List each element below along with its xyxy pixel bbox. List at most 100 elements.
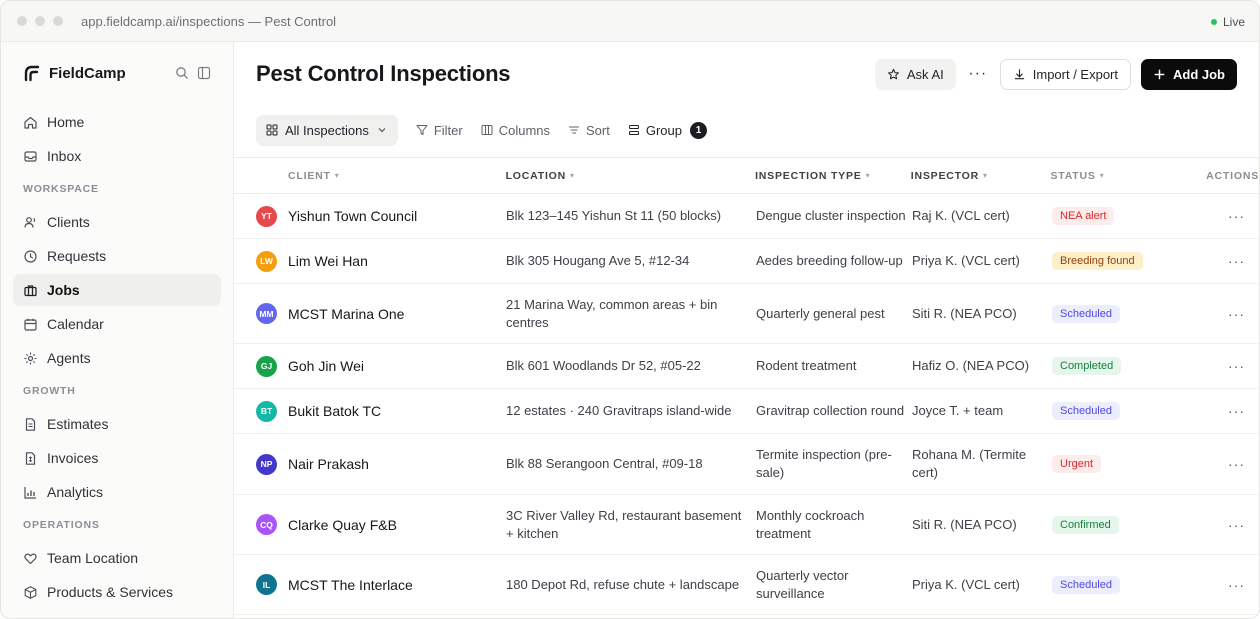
inspection-type-cell: Quarterly vector surveillance: [756, 567, 849, 601]
sidebar-toggle-icon[interactable]: [197, 66, 211, 80]
client-name[interactable]: MCST Marina One: [288, 306, 404, 322]
inspector-cell: Raj K. (VCL cert): [912, 208, 1010, 223]
group-label: Group: [645, 122, 682, 138]
row-actions-button[interactable]: ···: [1208, 306, 1258, 322]
column-header-location[interactable]: LOCATION ▾: [506, 167, 756, 185]
sidebar-item-label: Jobs: [47, 282, 80, 298]
row-actions-button[interactable]: ···: [1208, 456, 1258, 472]
chevron-down-icon: [378, 128, 386, 133]
status-badge: Confirmed: [1052, 515, 1119, 534]
maximize-window-dot[interactable]: [53, 16, 63, 26]
column-header-inspector[interactable]: INSPECTOR ▾: [911, 167, 1051, 185]
status-badge: Scheduled: [1052, 304, 1120, 323]
client-name[interactable]: Yishun Town Council: [288, 208, 417, 224]
status-cell: Scheduled: [1052, 402, 1208, 420]
add-job-label: Add Job: [1173, 66, 1225, 82]
address-bar[interactable]: app.fieldcamp.ai/inspections — Pest Cont…: [81, 14, 336, 29]
column-header-client[interactable]: CLIENT ▾: [234, 170, 506, 182]
inspector-cell: Siti R. (NEA PCO): [912, 516, 1017, 532]
row-actions-button[interactable]: ···: [1208, 208, 1258, 224]
sidebar-item-products-services[interactable]: Products & Services: [13, 576, 221, 608]
row-actions-button[interactable]: ···: [1208, 517, 1258, 533]
row-actions-button[interactable]: ···: [1208, 253, 1258, 269]
table-row[interactable]: YT Yishun Town Council Blk 123–145 Yishun …: [234, 194, 1259, 239]
box-icon: [24, 585, 37, 599]
import-export-label: Import / Export: [1032, 66, 1118, 82]
sort-icon: [569, 126, 580, 134]
invoice-icon: [25, 451, 36, 465]
client-name[interactable]: Clarke Quay F&B: [288, 517, 397, 533]
sidebar-item-calendar[interactable]: Calendar: [13, 308, 221, 340]
sidebar-nav: Home Inbox WORKSPACE Clients Requests Jobs Cal…: [13, 106, 221, 608]
row-actions-button[interactable]: ···: [1208, 577, 1258, 593]
sidebar-item-team-location[interactable]: Team Location: [13, 542, 221, 574]
sort-caret-icon: ▾: [334, 171, 340, 180]
client-name[interactable]: Goh Jin Wei: [288, 358, 364, 374]
client-name[interactable]: MCST The Interlace: [288, 577, 413, 593]
table-row[interactable]: IL MCST The Interlace 180 Depot Rd, refuse…: [234, 555, 1259, 615]
close-window-dot[interactable]: [17, 16, 27, 26]
sidebar-section-workspace: WORKSPACE: [23, 183, 99, 195]
sidebar-item-invoices[interactable]: Invoices: [13, 442, 221, 474]
sort-caret-icon: ▾: [1099, 171, 1105, 180]
sort-label: Sort: [586, 122, 610, 138]
row-actions-button[interactable]: ···: [1208, 403, 1258, 419]
sidebar-item-clients[interactable]: Clients: [13, 206, 221, 238]
sidebar-item-label: Clients: [47, 214, 90, 230]
sidebar-item-label: Agents: [47, 350, 91, 366]
group-button[interactable]: Group 1: [628, 121, 707, 139]
sidebar-item-estimates[interactable]: Estimates: [13, 408, 221, 440]
sort-caret-icon: ▾: [983, 170, 988, 180]
inspection-type-cell: Quarterly general pest: [756, 305, 885, 321]
add-job-button[interactable]: Add Job: [1141, 58, 1237, 90]
columns-label: Columns: [498, 122, 551, 138]
client-cell: IL MCST The Interlace: [234, 574, 506, 595]
location-cell: 21 Marina Way, common areas + bin centre…: [506, 296, 718, 330]
table-row[interactable]: NP Nair Prakash Blk 88 Serangoon Central, …: [234, 434, 1259, 495]
table-row[interactable]: LW Lim Wei Han Blk 305 Hougang Ave 5, #12-…: [234, 239, 1259, 284]
sort-button[interactable]: Sort: [568, 123, 610, 138]
calendar-icon: [24, 318, 37, 331]
sidebar-item-home[interactable]: Home: [13, 106, 221, 138]
client-name[interactable]: Bukit Batok TC: [288, 403, 381, 419]
client-cell: NP Nair Prakash: [234, 453, 506, 475]
table-row[interactable]: BT Bukit Batok TC 12 estates · 240 Gravitr…: [234, 389, 1259, 434]
plus-icon: [1154, 69, 1165, 79]
table-header: CLIENT ▾ LOCATION ▾ INSPECTION TYPE ▾ INSPE…: [234, 158, 1259, 194]
client-cell: LW Lim Wei Han: [234, 250, 506, 272]
column-header-status[interactable]: STATUS ▾: [1050, 170, 1206, 182]
ask-ai-label: Ask AI: [906, 66, 944, 82]
table-row[interactable]: CQ Clarke Quay F&B 3C River Valley Rd, res…: [234, 495, 1259, 555]
column-header-inspection-type[interactable]: INSPECTION TYPE ▾: [755, 167, 911, 185]
sidebar-item-label: Products & Services: [47, 584, 174, 600]
sidebar-item-label: Home: [47, 114, 85, 130]
columns-button[interactable]: Columns: [481, 123, 550, 138]
main-content: Pest Control Inspections Ask AI ··· Impo…: [234, 42, 1259, 618]
status-cell: Completed: [1052, 357, 1208, 375]
page-title: Pest Control Inspections: [256, 61, 511, 86]
clock-icon: [24, 249, 37, 263]
search-icon[interactable]: [175, 66, 189, 80]
client-name[interactable]: Lim Wei Han: [288, 253, 368, 269]
sidebar-item-jobs[interactable]: Jobs: [13, 274, 221, 306]
table-row[interactable]: MM MCST Marina One 21 Marina Way, common a…: [234, 284, 1259, 344]
ask-ai-button[interactable]: Ask AI: [874, 58, 956, 90]
filter-button[interactable]: Filter: [416, 123, 463, 138]
inspection-type-cell: Termite inspection (pre-sale): [756, 447, 892, 480]
inspection-type-cell: Rodent treatment: [756, 358, 857, 373]
minimize-window-dot[interactable]: [35, 16, 45, 26]
inspector-cell: Hafiz O. (NEA PCO): [912, 358, 1030, 373]
table-row[interactable]: GJ Goh Jin Wei Blk 601 Woodlands Dr 52, #0…: [234, 344, 1259, 389]
sidebar-item-agents[interactable]: Agents: [13, 342, 221, 374]
columns-icon: [481, 125, 493, 135]
app-window: app.fieldcamp.ai/inspections — Pest Cont…: [0, 0, 1260, 619]
more-options-button[interactable]: ···: [966, 59, 990, 90]
sidebar-item-inbox[interactable]: Inbox: [13, 140, 221, 172]
client-name[interactable]: Nair Prakash: [288, 456, 369, 472]
sidebar-item-requests[interactable]: Requests: [13, 240, 221, 272]
sidebar-item-analytics[interactable]: Analytics: [13, 476, 221, 508]
import-export-button[interactable]: Import / Export: [999, 58, 1131, 90]
live-dot-icon: [1210, 19, 1217, 25]
view-selector[interactable]: All Inspections: [256, 114, 398, 146]
row-actions-button[interactable]: ···: [1208, 358, 1258, 374]
